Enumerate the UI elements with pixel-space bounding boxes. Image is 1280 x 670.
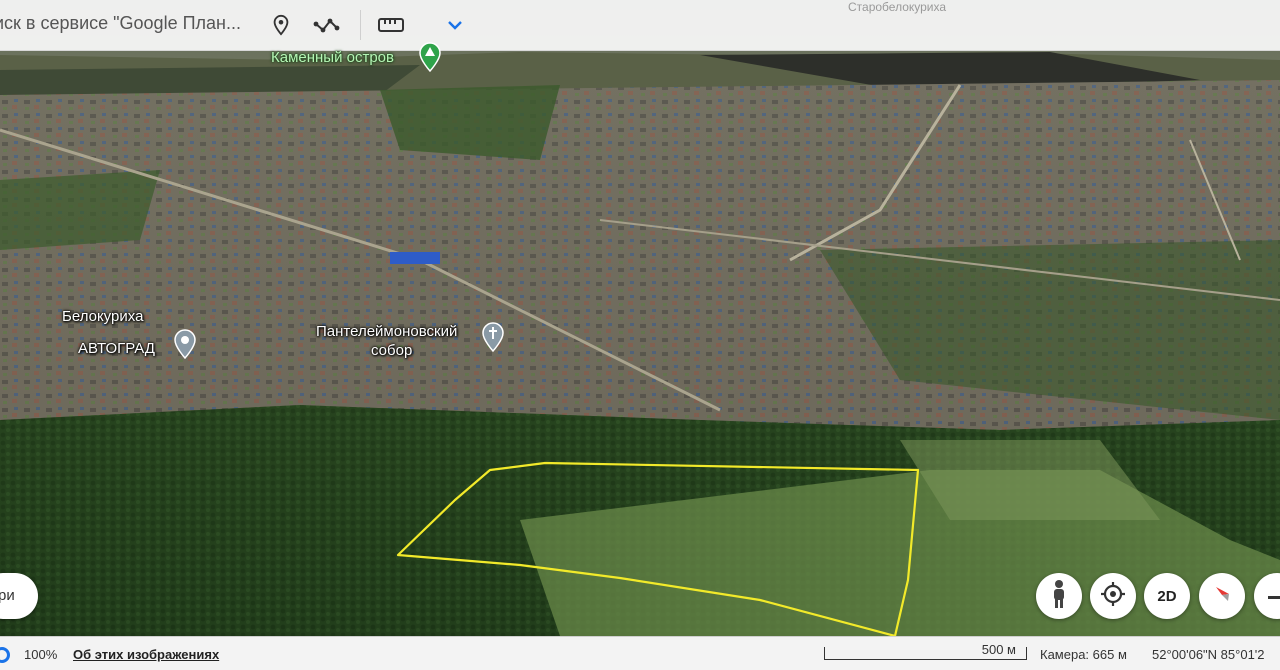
status-bar: 100% Об этих изображениях 500 м Камера: …: [0, 636, 1280, 670]
loading-percent: 100%: [24, 647, 58, 662]
scale-bar-label: 500 м: [981, 642, 1016, 657]
place-label-belokurikha[interactable]: Белокуриха: [62, 308, 143, 326]
my-location-icon: [1100, 581, 1126, 612]
location-pin-icon[interactable]: [266, 10, 296, 40]
chevron-down-icon[interactable]: [440, 10, 470, 40]
pegman-icon: [1049, 579, 1069, 614]
church-pin-icon[interactable]: [482, 322, 504, 357]
park-pin-icon[interactable]: [419, 42, 441, 77]
compass-icon: [1211, 583, 1233, 610]
coordinates-readout: 52°00'06"N 85°01'2: [1152, 647, 1265, 662]
zoom-out-icon: [1268, 587, 1280, 605]
top-toolbar: иск в сервисе "Google План...: [0, 0, 1280, 51]
place-label-avtograd[interactable]: АВТОГРАД: [78, 340, 155, 358]
camera-altitude: Камера: 665 м: [1040, 647, 1127, 662]
pegman-button[interactable]: [1036, 573, 1082, 619]
place-pin-icon[interactable]: [174, 329, 196, 364]
place-label-starobelokurikha: Старобелокуриха: [848, 0, 947, 14]
about-imagery-link[interactable]: Об этих изображениях: [73, 647, 219, 662]
place-label-sobor-line1[interactable]: Пантелеймоновский: [316, 323, 457, 341]
route-icon[interactable]: [312, 10, 342, 40]
place-label-sobor-line2[interactable]: собор: [371, 342, 412, 360]
ruler-icon[interactable]: [376, 10, 406, 40]
loading-ring-icon: [0, 647, 10, 663]
2d-toggle-button[interactable]: 2D: [1144, 573, 1190, 619]
search-input[interactable]: иск в сервисе "Google План...: [0, 13, 241, 34]
toolbar-divider: [360, 10, 361, 40]
place-label-kamenny-ostrov[interactable]: Каменный остров: [271, 49, 394, 67]
scale-bar[interactable]: 500 м: [824, 642, 1027, 660]
left-panel-label: ри: [0, 587, 15, 604]
my-location-button[interactable]: [1090, 573, 1136, 619]
compass-button[interactable]: [1199, 573, 1245, 619]
